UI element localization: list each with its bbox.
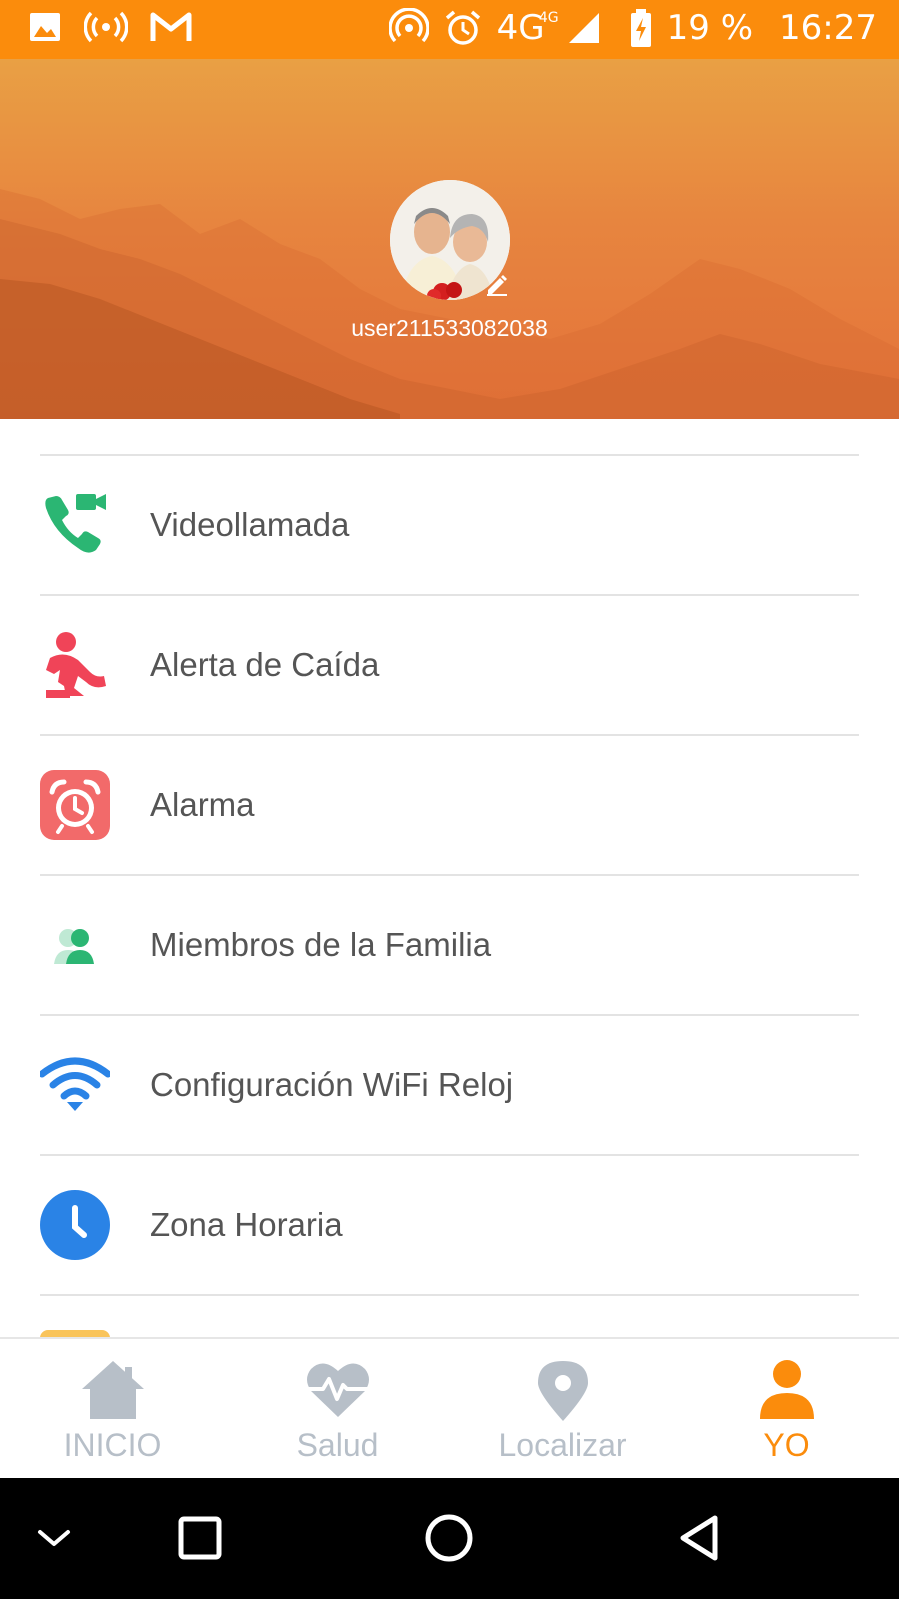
menu-item-label: Configuración WiFi Reloj	[150, 1066, 514, 1103]
timezone-clock-icon	[40, 1190, 110, 1260]
nav-yo[interactable]: YO	[674, 1339, 899, 1480]
back-triangle-icon[interactable]	[671, 1508, 731, 1568]
clock-time: 16:27	[779, 8, 877, 48]
menu-item-label: Miembros de la Familia	[150, 926, 492, 963]
menu-item-alerta-caida[interactable]: Alerta de Caída	[40, 596, 859, 734]
status-bar: 4G 4G 19 % 16:27	[0, 0, 899, 59]
hotspot-icon	[84, 11, 128, 43]
wifi-calling-icon	[388, 8, 429, 43]
menu-item-wifi-reloj[interactable]: Configuración WiFi Reloj	[40, 1016, 859, 1154]
menu-item-label: Zona Horaria	[150, 1206, 343, 1243]
menu-item-zona-horaria[interactable]: Zona Horaria	[40, 1156, 859, 1294]
profile-header: user211533082038	[0, 59, 899, 419]
home-icon	[82, 1361, 144, 1419]
video-call-icon	[45, 494, 106, 553]
menu-item-miembros-familia[interactable]: Miembros de la Familia	[40, 876, 859, 1014]
home-circle-icon[interactable]	[419, 1508, 479, 1568]
menu-item-videollamada[interactable]: Videollamada	[40, 456, 859, 594]
alarm-icon	[40, 770, 110, 840]
system-navigation-bar	[0, 1478, 899, 1599]
family-members-icon	[54, 929, 94, 964]
nav-label: Localizar	[498, 1427, 627, 1463]
signal-icon	[568, 13, 599, 43]
status-bar-right: 4G 4G 19 % 16:27	[388, 8, 877, 48]
status-bar-left	[28, 10, 192, 44]
gmail-icon	[150, 12, 192, 41]
fall-alert-icon	[46, 632, 106, 698]
recents-square-icon[interactable]	[170, 1508, 230, 1568]
network-type: 4G 4G	[496, 8, 559, 48]
nav-salud[interactable]: Salud	[225, 1339, 450, 1480]
edit-pencil-icon[interactable]	[484, 270, 510, 296]
nav-label: Salud	[296, 1427, 379, 1463]
bottom-navigation: INICIO Salud Localizar YO	[0, 1337, 899, 1478]
nav-label: INICIO	[63, 1427, 162, 1463]
username: user211533082038	[351, 315, 548, 341]
divider	[40, 1294, 859, 1296]
nav-inicio[interactable]: INICIO	[0, 1339, 225, 1480]
battery-percent: 19 %	[666, 8, 754, 48]
battery-charging-icon	[630, 9, 651, 47]
alarm-clock-icon	[445, 10, 480, 45]
menu-item-label: Videollamada	[150, 506, 350, 543]
nav-localizar[interactable]: Localizar	[450, 1339, 675, 1480]
person-icon	[760, 1360, 814, 1419]
menu-item-label: Alarma	[150, 786, 255, 823]
image-icon	[30, 13, 60, 41]
location-pin-icon	[538, 1361, 588, 1421]
settings-menu: Videollamada Alerta de Caída Alarma Miem…	[40, 454, 859, 1296]
menu-item-alarma[interactable]: Alarma	[40, 736, 859, 874]
chevron-down-icon[interactable]	[24, 1508, 84, 1568]
heart-pulse-icon	[307, 1363, 369, 1417]
menu-item-label: Alerta de Caída	[150, 646, 380, 683]
wifi-icon	[40, 1057, 110, 1111]
nav-label: YO	[763, 1427, 810, 1463]
